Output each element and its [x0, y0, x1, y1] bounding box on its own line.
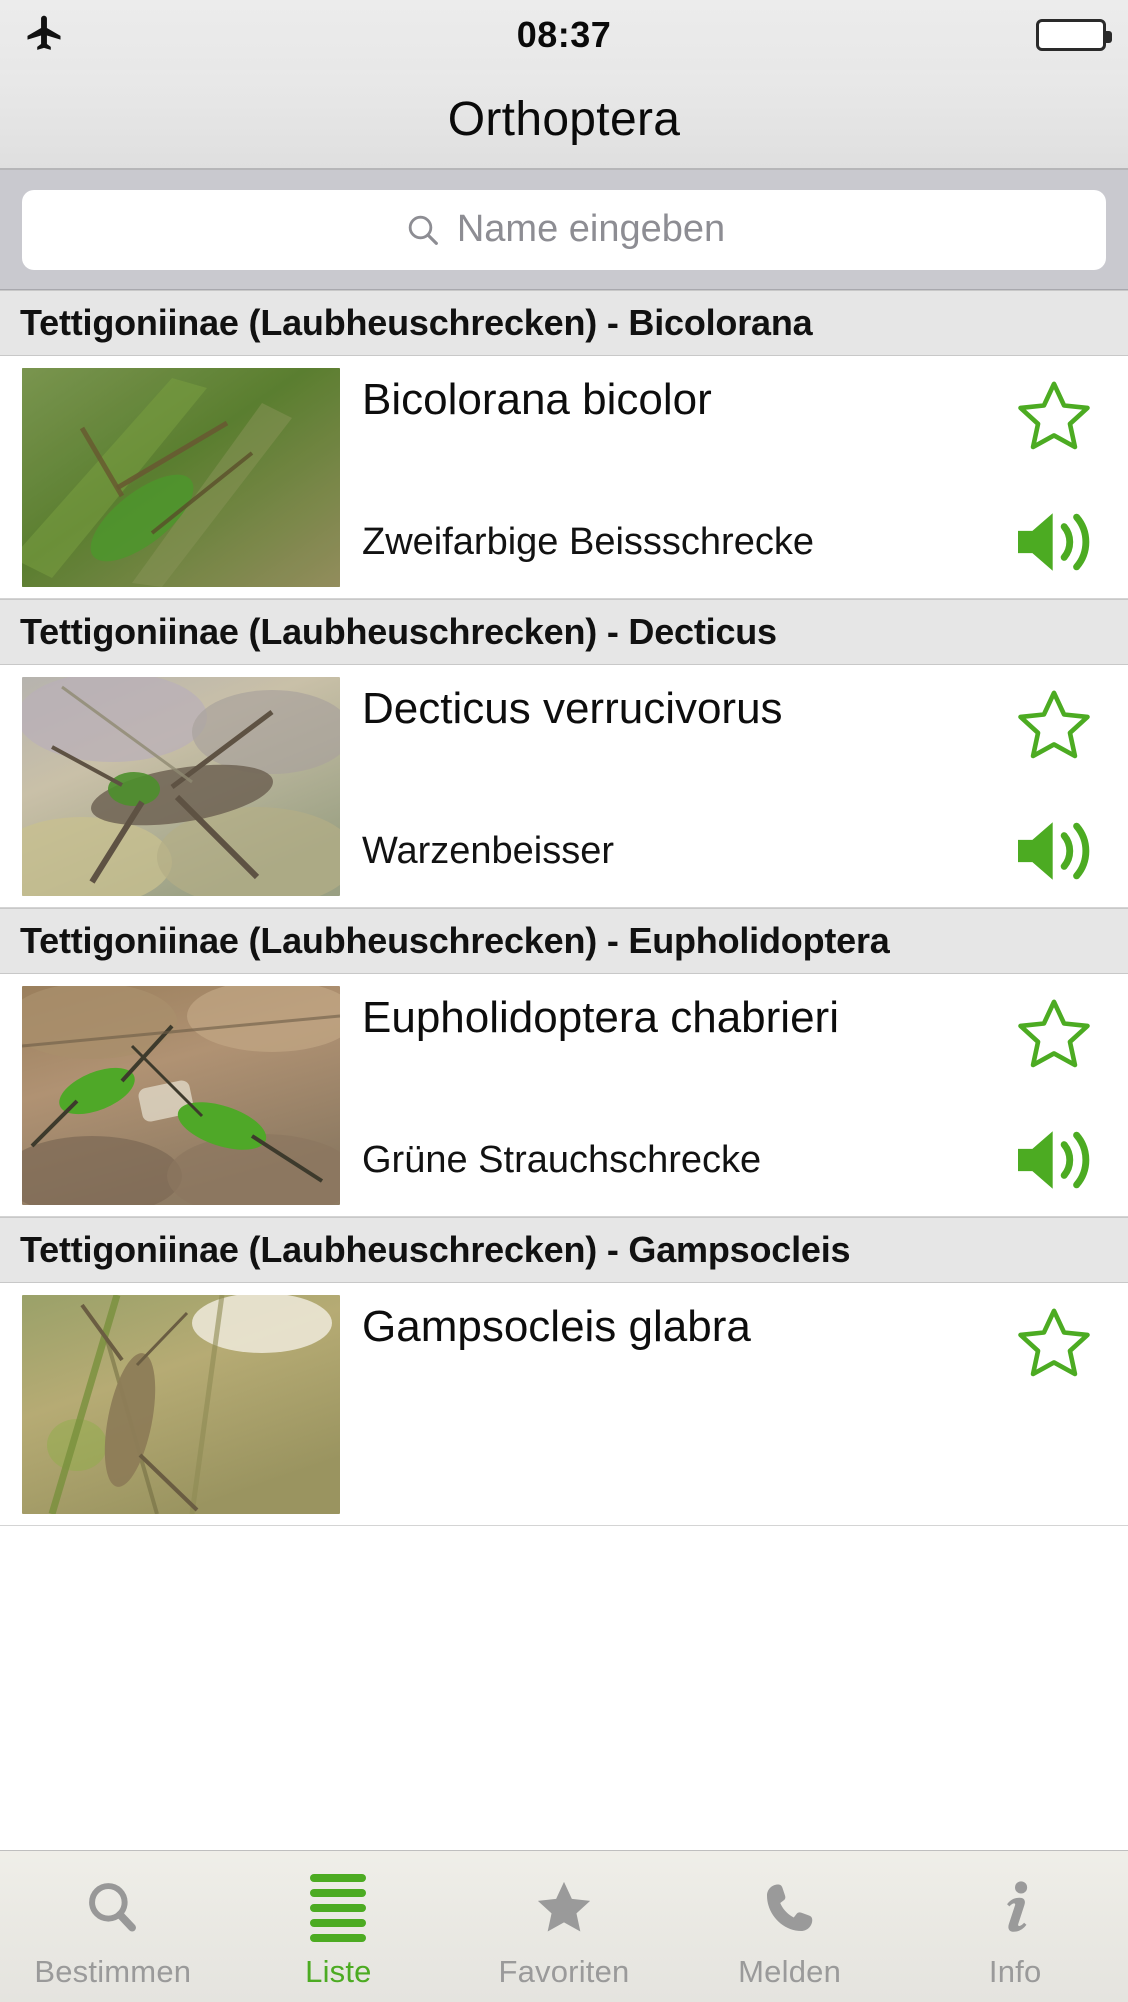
search-bar: Name eingeben: [0, 170, 1128, 290]
section-header: Tettigoniinae (Laubheuschrecken) - Bicol…: [0, 290, 1128, 356]
species-thumbnail: [22, 677, 340, 896]
row-body: Gampsocleis glabra: [340, 1295, 1106, 1513]
star-filled-icon: [531, 1872, 597, 1944]
play-sound-button[interactable]: [1002, 815, 1106, 887]
section-header-label: Tettigoniinae (Laubheuschrecken) - Gamps…: [20, 1229, 851, 1270]
species-thumbnail: [22, 986, 340, 1205]
species-list[interactable]: Gampsocleis glabra Tettigoniinae (Laubhe…: [0, 290, 1128, 1848]
list-lines-icon: [310, 1872, 367, 1944]
status-bar-right: [1036, 19, 1112, 51]
species-common-name: Grüne Strauchschrecke: [362, 1138, 762, 1181]
tab-label: Liste: [305, 1953, 372, 1989]
table-row[interactable]: Eupholidoptera chabrieri Grüne Strauchsc…: [0, 974, 1128, 1217]
species-scientific-name: Gampsocleis glabra: [362, 1302, 751, 1351]
row-line-scientific: Eupholidoptera chabrieri: [362, 994, 1106, 1076]
favorite-toggle[interactable]: [1002, 994, 1106, 1076]
section-header: Tettigoniinae (Laubheuschrecken) - Decti…: [0, 599, 1128, 665]
status-bar-time: 08:37: [516, 14, 612, 55]
favorite-toggle[interactable]: [1002, 376, 1106, 458]
favorite-toggle[interactable]: [1002, 685, 1106, 767]
tab-label: Info: [988, 1953, 1042, 1989]
tab-label: Melden: [738, 1953, 842, 1989]
section-header: Tettigoniinae (Laubheuschrecken) - Eupho…: [0, 908, 1128, 974]
search-icon: [403, 210, 443, 250]
row-line-scientific: Bicolorana bicolor: [362, 376, 1106, 458]
section-header-label: Tettigoniinae (Laubheuschrecken) - Decti…: [20, 611, 777, 652]
species-scientific-name: Eupholidoptera chabrieri: [362, 993, 839, 1042]
speaker-icon: [1018, 822, 1090, 880]
play-sound-button[interactable]: [1002, 506, 1106, 578]
table-row[interactable]: Decticus verrucivorus Warzenbeisser: [0, 665, 1128, 908]
tab-label: Bestimmen: [34, 1953, 192, 1989]
bottom-tab-bar: Bestimmen Liste Favoriten Melden Info: [0, 1850, 1128, 2002]
tab-bestimmen[interactable]: Bestimmen: [0, 1851, 226, 2002]
row-body: Bicolorana bicolor Zweifarbige Beissschr…: [340, 368, 1106, 586]
species-common-name: Zweifarbige Beissschrecke: [362, 520, 814, 563]
search-input[interactable]: Name eingeben: [22, 189, 1106, 270]
row-body: Decticus verrucivorus Warzenbeisser: [340, 677, 1106, 895]
row-line-scientific: Gampsocleis glabra: [362, 1303, 1106, 1385]
star-outline-icon: [1018, 690, 1090, 759]
species-list-inner: Gampsocleis glabra Tettigoniinae (Laubhe…: [0, 290, 1128, 1526]
tab-info[interactable]: Info: [902, 1851, 1128, 2002]
search-placeholder: Name eingeben: [456, 208, 726, 250]
species-scientific-name: Bicolorana bicolor: [362, 375, 712, 424]
speaker-icon: [1018, 1131, 1090, 1189]
battery-full-icon: [1036, 19, 1112, 51]
row-line-common: Grüne Strauchschrecke: [362, 1124, 1106, 1196]
speaker-icon: [1018, 513, 1090, 571]
tab-melden[interactable]: Melden: [677, 1851, 903, 2002]
table-row[interactable]: Gampsocleis glabra: [0, 1283, 1128, 1526]
page-title: Orthoptera: [447, 92, 681, 146]
phone-icon: [760, 1872, 820, 1944]
section-header-label: Tettigoniinae (Laubheuschrecken) - Eupho…: [20, 920, 890, 961]
play-sound-button[interactable]: [1002, 1124, 1106, 1196]
species-thumbnail: [22, 1295, 340, 1514]
section-header: Tettigoniinae (Laubheuschrecken) - Gamps…: [0, 1217, 1128, 1283]
row-body: Eupholidoptera chabrieri Grüne Strauchsc…: [340, 986, 1106, 1204]
favorite-toggle[interactable]: [1002, 1303, 1106, 1385]
row-line-common: Zweifarbige Beissschrecke: [362, 506, 1106, 578]
list-lines-glyph: [310, 1873, 367, 1942]
row-line-common: Warzenbeisser: [362, 815, 1106, 887]
star-outline-icon: [1018, 999, 1090, 1068]
info-i-icon: [987, 1872, 1043, 1944]
navigation-bar: Orthoptera: [0, 70, 1128, 170]
tab-favoriten[interactable]: Favoriten: [451, 1851, 677, 2002]
table-row[interactable]: Bicolorana bicolor Zweifarbige Beissschr…: [0, 356, 1128, 599]
magnifier-icon: [82, 1872, 144, 1944]
star-outline-icon: [1018, 381, 1090, 450]
star-outline-icon: [1018, 1308, 1090, 1377]
species-thumbnail: [22, 368, 340, 587]
row-line-scientific: Decticus verrucivorus: [362, 685, 1106, 767]
species-scientific-name: Decticus verrucivorus: [362, 684, 783, 733]
tab-label: Favoriten: [498, 1953, 630, 1989]
section-header-label: Tettigoniinae (Laubheuschrecken) - Bicol…: [20, 302, 813, 343]
species-common-name: Warzenbeisser: [362, 829, 615, 872]
tab-liste[interactable]: Liste: [226, 1851, 452, 2002]
app-root: 08:37 Orthoptera Name eingeben Gamp: [0, 0, 1128, 2002]
status-bar: 08:37: [0, 0, 1128, 70]
